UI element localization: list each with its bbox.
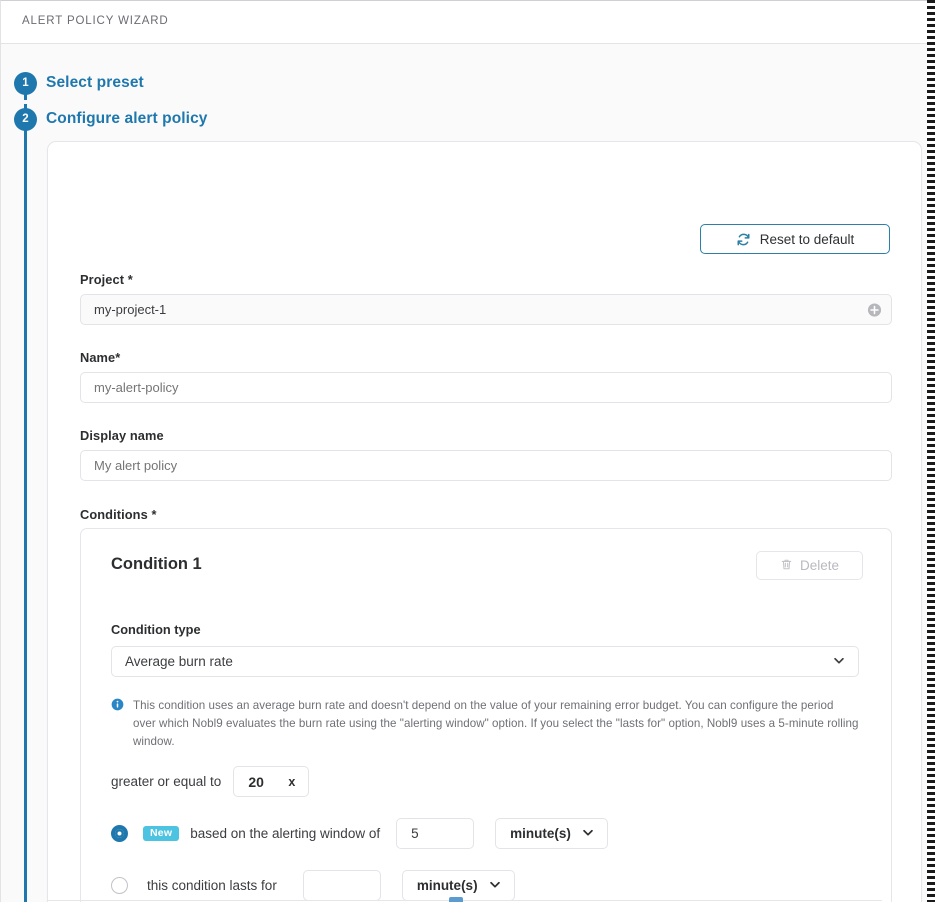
alerting-window-option-row: New based on the alerting window of 5 mi… <box>111 818 609 849</box>
add-condition-button-partial[interactable] <box>449 897 463 902</box>
condition-type-label: Condition type <box>111 622 201 637</box>
display-name-input[interactable] <box>80 450 892 481</box>
wizard-step-select-preset[interactable]: 1 Select preset <box>1 70 144 96</box>
threshold-input[interactable]: 20 x <box>233 766 310 797</box>
alerting-window-unit: minute(s) <box>510 826 571 841</box>
reset-to-default-button[interactable]: Reset to default <box>700 224 890 254</box>
lasts-for-label: this condition lasts for <box>147 878 277 893</box>
lasts-for-radio[interactable] <box>111 877 128 894</box>
condition-info-text: This condition uses an average burn rate… <box>133 699 859 748</box>
condition-card: Condition 1 Delete Condition type Averag… <box>80 528 892 902</box>
name-label: Name* <box>80 350 121 365</box>
chevron-down-icon <box>832 653 846 670</box>
condition-title: Condition 1 <box>111 555 202 573</box>
condition-type-value: Average burn rate <box>125 654 233 669</box>
trash-icon <box>780 558 793 574</box>
wizard-step-configure-alert-policy[interactable]: 2 Configure alert policy <box>1 106 208 132</box>
page-title: ALERT POLICY WIZARD <box>22 15 169 27</box>
wizard-body: 1 Select preset 2 Configure alert policy <box>1 44 928 902</box>
alerting-window-value: 5 <box>411 826 419 841</box>
conditions-label: Conditions * <box>80 507 157 522</box>
refresh-icon <box>736 232 751 247</box>
lasts-for-unit: minute(s) <box>416 878 478 893</box>
condition-type-select[interactable]: Average burn rate <box>111 646 859 677</box>
chevron-down-icon <box>581 825 595 842</box>
chevron-down-icon <box>488 877 502 894</box>
threshold-value: 20 <box>248 773 264 790</box>
alerting-window-value-input[interactable]: 5 <box>396 818 475 849</box>
wizard-page-frame: ALERT POLICY WIZARD 1 Select preset 2 Co… <box>0 0 928 902</box>
step-label: Configure alert policy <box>46 110 208 127</box>
info-icon <box>111 698 124 751</box>
name-field-group: Name* <box>80 350 892 403</box>
project-field-group: Project * my-project-1 <box>80 272 892 325</box>
alerting-window-unit-select[interactable]: minute(s) <box>495 818 609 849</box>
alerting-window-radio[interactable] <box>111 825 128 842</box>
screenshot-root: ALERT POLICY WIZARD 1 Select preset 2 Co… <box>0 0 935 902</box>
threshold-unit: x <box>288 774 296 789</box>
step-number-badge: 1 <box>14 71 37 95</box>
alert-policy-form-card: Reset to default Project * my-project-1 <box>47 141 922 902</box>
step-connector-rail <box>24 81 27 902</box>
display-name-label: Display name <box>80 428 164 443</box>
project-input[interactable]: my-project-1 <box>80 294 892 325</box>
project-value: my-project-1 <box>94 302 167 317</box>
new-badge: New <box>143 825 180 842</box>
plus-circle-icon[interactable] <box>867 302 882 317</box>
threshold-row: greater or equal to 20 x <box>111 766 310 797</box>
step-number-badge: 2 <box>14 107 37 131</box>
delete-condition-label: Delete <box>799 558 840 573</box>
delete-condition-button[interactable]: Delete <box>756 551 863 580</box>
condition-info-note: This condition uses an average burn rate… <box>111 697 859 751</box>
wizard-header: ALERT POLICY WIZARD <box>1 1 928 44</box>
project-label: Project * <box>80 272 133 287</box>
display-name-field-group: Display name <box>80 428 892 481</box>
step-label: Select preset <box>46 74 144 91</box>
alerting-window-label: based on the alerting window of <box>190 826 381 841</box>
name-input[interactable] <box>80 372 892 403</box>
conditions-label-group: Conditions * <box>80 507 892 529</box>
add-condition-control-cutoff[interactable] <box>1 897 928 902</box>
divider <box>47 900 882 901</box>
reset-to-default-label: Reset to default <box>759 231 855 247</box>
threshold-label: greater or equal to <box>111 774 222 789</box>
screenshot-crop-edge <box>927 0 935 902</box>
